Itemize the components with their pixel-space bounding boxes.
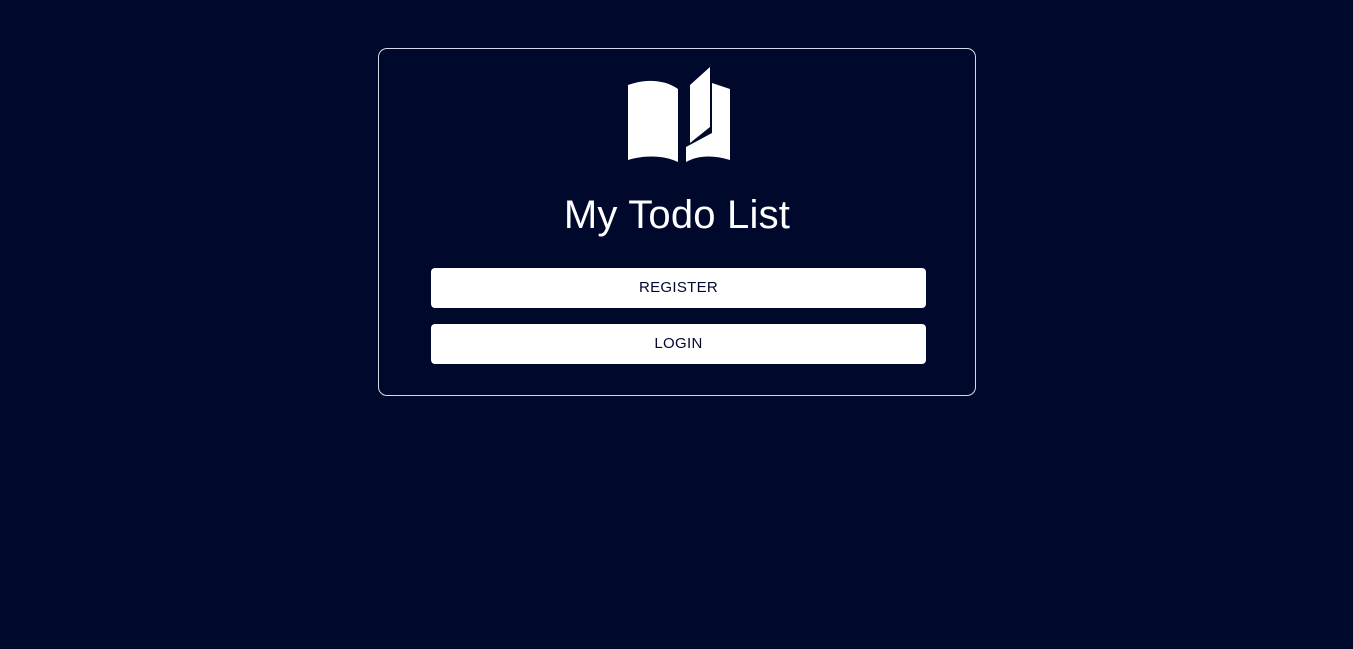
login-button[interactable]: LOGIN [431,324,926,364]
register-button[interactable]: REGISTER [431,268,926,308]
app-title: My Todo List [563,193,791,237]
open-book-icon [626,67,730,163]
welcome-card: My Todo List REGISTER LOGIN [378,48,976,396]
page: My Todo List REGISTER LOGIN [0,0,1353,649]
